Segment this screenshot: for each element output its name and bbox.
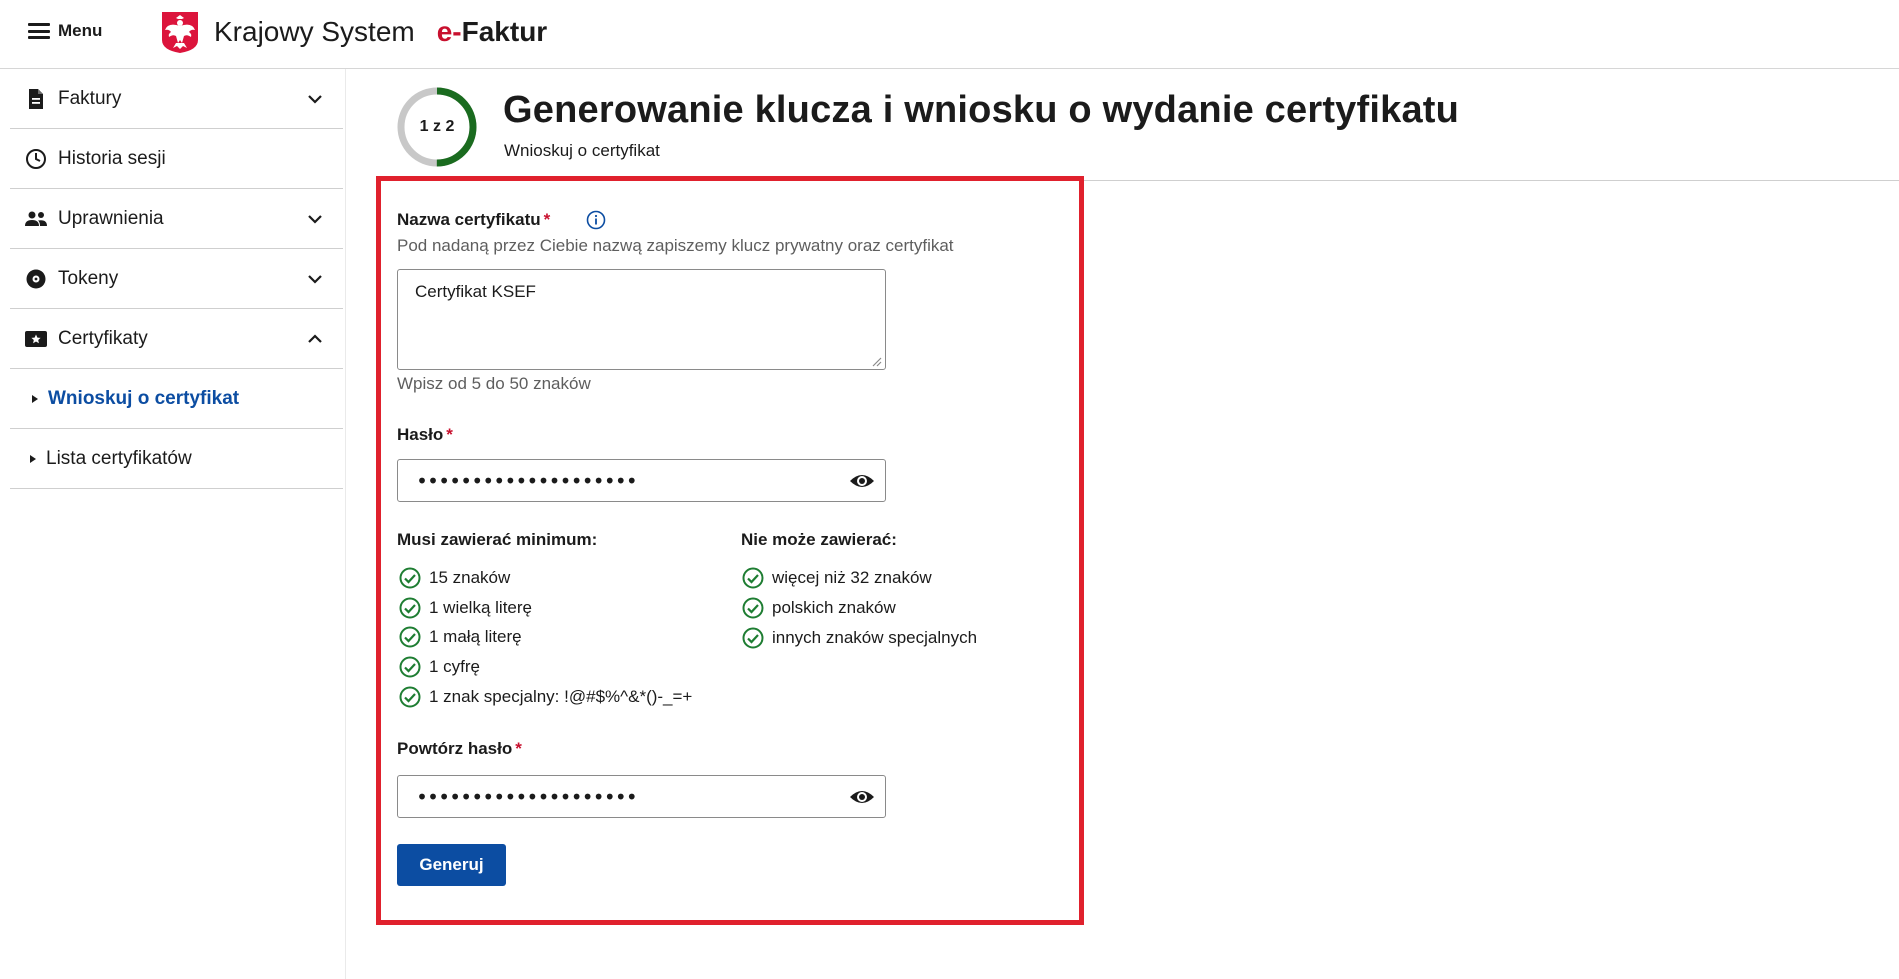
certificate-icon [25,331,47,347]
step-label: 1 z 2 [419,118,455,135]
rule-text: polskich znaków [772,598,896,617]
rule-text: innych znaków specjalnych [772,628,978,647]
repeat-password-masked-value: •••••••••••••••••••• [416,785,638,809]
page-title: Generowanie klucza i wniosku o wydanie c… [503,89,1460,131]
required-mark: * [446,425,453,444]
sidebar-item-label: Uprawnienia [58,207,164,229]
certificate-name-label: Nazwa certyfikatu * [397,210,550,230]
password-masked-value: •••••••••••••••••••• [416,469,638,493]
polish-eagle-emblem-icon [162,12,198,53]
password-label-text: Hasło [397,425,444,444]
rule-text: 1 znak specjalny: !@#$%^&*()-_=+ [429,687,693,706]
brand-text: Krajowy System [214,16,415,47]
hamburger-icon [28,23,50,39]
sidebar-subitem-label: Wnioskuj o certyfikat [48,387,240,409]
chevron-down-icon [308,95,322,104]
document-icon [29,89,43,109]
top-bar: Menu Krajowy System e- Faktur [0,0,1899,69]
certificate-name-length-hint: Wpisz od 5 do 50 znaków [397,374,591,393]
sidebar-item-uprawnienia[interactable]: Uprawnienia [10,189,343,249]
check-circle-icon [399,656,421,678]
check-circle-icon [742,597,764,619]
rule-text: 1 cyfrę [429,657,481,676]
step-progress-ring: 1 z 2 [395,85,479,169]
sidebar-item-certyfikaty[interactable]: Certyfikaty [10,309,343,369]
rule-text: więcej niż 32 znaków [772,568,932,587]
chevron-down-icon [308,275,322,284]
chevron-up-icon [308,334,322,343]
cannot-contain-title: Nie może zawierać: [741,530,897,549]
rule-item: 15 znaków [399,566,510,590]
password-label: Hasło * [397,425,453,445]
check-circle-icon [742,627,764,649]
eye-icon[interactable] [849,470,875,492]
certificate-name-hint: Pod nadaną przez Ciebie nazwą zapiszemy … [397,236,954,255]
eye-icon[interactable] [849,786,875,808]
required-mark: * [543,210,551,229]
sidebar-item-label: Historia sesji [58,147,166,169]
required-mark: * [515,739,522,758]
sidebar-subitem-wnioskuj[interactable]: Wnioskuj o certyfikat [10,369,343,429]
sidebar-subitem-label: Lista certyfikatów [46,447,192,469]
rule-item: więcej niż 32 znaków [742,566,932,590]
password-input[interactable]: •••••••••••••••••••• [397,459,886,502]
rule-item: 1 wielką literę [399,596,532,620]
certificate-name-input[interactable] [397,269,886,370]
rule-item: 1 cyfrę [399,655,480,679]
rule-text: 15 znaków [429,568,511,587]
resize-handle-icon[interactable] [872,357,882,367]
brand-faktur: Faktur [461,16,548,47]
check-circle-icon [399,686,421,708]
repeat-password-label-text: Powtórz hasło [397,739,513,758]
repeat-password-label: Powtórz hasło * [397,739,522,759]
check-circle-icon [399,567,421,589]
chevron-down-icon [308,215,322,224]
people-icon [25,211,47,226]
token-icon [26,269,46,289]
rule-item: innych znaków specjalnych [742,626,977,650]
repeat-password-input[interactable]: •••••••••••••••••••• [397,775,886,818]
certificate-name-label-text: Nazwa certyfikatu [397,210,541,229]
caret-right-icon [30,455,36,463]
rule-text: 1 małą literę [429,627,522,646]
menu-button[interactable]: Menu [28,16,102,46]
brand-e-prefix: e- [436,16,462,47]
sidebar: Faktury Historia sesji Uprawnienia Token… [0,69,346,979]
sidebar-item-label: Certyfikaty [58,327,148,349]
rule-item: 1 znak specjalny: !@#$%^&*()-_=+ [399,685,692,709]
page-subtitle: Wnioskuj o certyfikat [504,141,660,160]
info-icon[interactable] [586,210,606,230]
check-circle-icon [742,567,764,589]
caret-right-icon [32,395,38,403]
rule-text: 1 wielką literę [429,598,532,617]
rule-item: polskich znaków [742,596,896,620]
sidebar-nav: Faktury Historia sesji Uprawnienia Token… [10,69,343,489]
sidebar-item-tokeny[interactable]: Tokeny [10,249,343,309]
generate-button[interactable]: Generuj [397,844,506,886]
sidebar-item-faktury[interactable]: Faktury [10,69,343,129]
sidebar-subitem-lista-certyfikatow[interactable]: Lista certyfikatów [10,429,343,489]
sidebar-item-label: Tokeny [58,267,119,289]
menu-label: Menu [58,21,103,40]
check-circle-icon [399,597,421,619]
sidebar-item-historia-sesji[interactable]: Historia sesji [10,129,343,189]
rule-item: 1 małą literę [399,625,522,649]
must-contain-title: Musi zawierać minimum: [397,530,598,549]
clock-icon [26,149,46,169]
brand[interactable]: Krajowy System e- Faktur [160,10,547,54]
check-circle-icon [399,626,421,648]
sidebar-item-label: Faktury [58,87,122,109]
